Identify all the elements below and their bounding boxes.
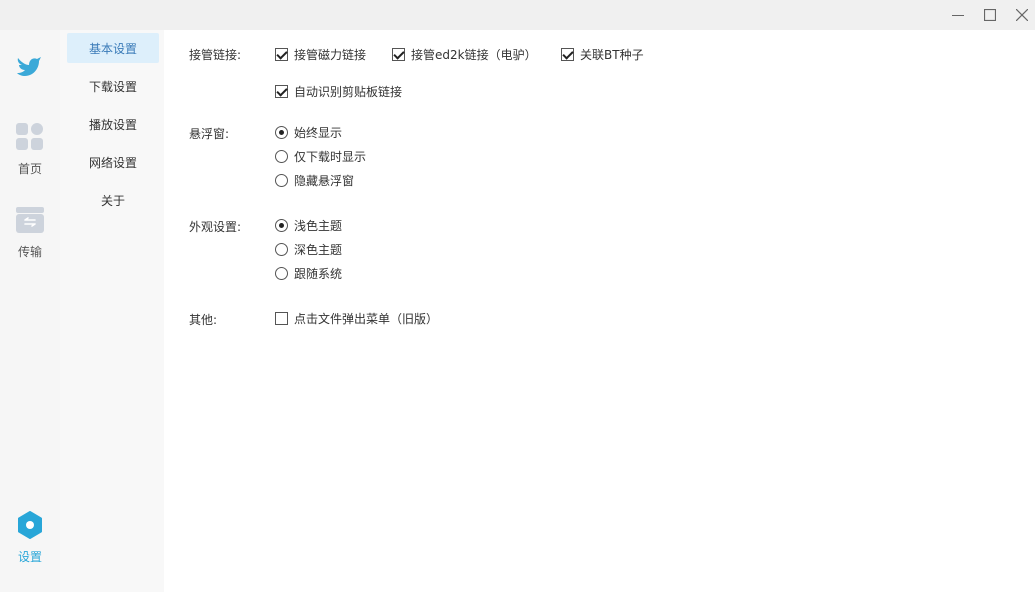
radio-button[interactable] xyxy=(275,219,288,232)
close-button[interactable] xyxy=(1004,0,1035,30)
checkbox-box[interactable] xyxy=(392,48,405,61)
grid-icon xyxy=(15,122,45,152)
settings-panel: 接管链接: 接管磁力链接 接管ed2k链接（电驴） 关联BT种子 自动识别剪贴板… xyxy=(164,30,1035,592)
maximize-icon xyxy=(984,9,996,21)
radio-button[interactable] xyxy=(275,150,288,163)
other-label: 其他: xyxy=(189,313,218,327)
close-icon xyxy=(1016,9,1028,21)
rail-item-label: 传输 xyxy=(17,245,42,259)
floating-hide-radio[interactable]: 隐藏悬浮窗 xyxy=(275,172,354,189)
radio-button[interactable] xyxy=(275,243,288,256)
theme-system-radio[interactable]: 跟随系统 xyxy=(275,265,342,282)
floating-window-label: 悬浮窗: xyxy=(189,127,230,141)
radio-label: 隐藏悬浮窗 xyxy=(294,174,355,188)
checkbox-label: 自动识别剪贴板链接 xyxy=(294,85,403,99)
radio-label: 仅下载时显示 xyxy=(294,150,367,164)
maximize-button[interactable] xyxy=(972,0,1008,30)
legacy-menu-checkbox[interactable]: 点击文件弹出菜单（旧版） xyxy=(275,310,438,327)
checkbox-label: 点击文件弹出菜单（旧版） xyxy=(294,312,439,326)
radio-label: 跟随系统 xyxy=(294,267,343,281)
theme-light-radio[interactable]: 浅色主题 xyxy=(275,217,342,234)
transfer-icon xyxy=(15,205,45,235)
radio-button[interactable] xyxy=(275,126,288,139)
settings-icon xyxy=(15,510,45,540)
checkbox-box[interactable] xyxy=(275,312,288,325)
checkbox-box[interactable] xyxy=(275,85,288,98)
submenu-item-network[interactable]: 网络设置 xyxy=(67,147,159,177)
rail-item-transfer[interactable]: 传输 xyxy=(0,205,60,271)
minimize-button[interactable] xyxy=(940,0,976,30)
submenu-item-about[interactable]: 关于 xyxy=(67,185,159,215)
link-takeover-label: 接管链接: xyxy=(189,48,242,62)
checkbox-label: 关联BT种子 xyxy=(580,48,644,62)
radio-button[interactable] xyxy=(275,174,288,187)
bt-torrent-checkbox[interactable]: 关联BT种子 xyxy=(561,46,644,63)
submenu-item-download[interactable]: 下载设置 xyxy=(67,71,159,101)
rail-item-label: 首页 xyxy=(17,162,42,176)
floating-downloading-radio[interactable]: 仅下载时显示 xyxy=(275,148,366,165)
radio-button[interactable] xyxy=(275,267,288,280)
rail-item-settings[interactable]: 设置 xyxy=(0,510,60,576)
appearance-label: 外观设置: xyxy=(189,220,242,234)
radio-label: 始终显示 xyxy=(294,126,343,140)
checkbox-box[interactable] xyxy=(561,48,574,61)
settings-submenu: 基本设置 下载设置 播放设置 网络设置 关于 xyxy=(60,30,164,592)
submenu-item-basic[interactable]: 基本设置 xyxy=(67,33,159,63)
floating-always-radio[interactable]: 始终显示 xyxy=(275,124,342,141)
title-bar xyxy=(0,0,1035,30)
minimize-icon xyxy=(952,15,964,16)
submenu-item-playback[interactable]: 播放设置 xyxy=(67,109,159,139)
checkbox-label: 接管磁力链接 xyxy=(294,48,367,62)
radio-label: 浅色主题 xyxy=(294,219,343,233)
radio-label: 深色主题 xyxy=(294,243,343,257)
nav-rail: 首页 传输 设置 xyxy=(0,30,60,592)
magnet-checkbox[interactable]: 接管磁力链接 xyxy=(275,46,366,63)
checkbox-box[interactable] xyxy=(275,48,288,61)
rail-item-home[interactable]: 首页 xyxy=(0,122,60,188)
checkbox-label: 接管ed2k链接（电驴） xyxy=(411,48,537,62)
bird-logo-icon xyxy=(14,50,44,80)
theme-dark-radio[interactable]: 深色主题 xyxy=(275,241,342,258)
rail-item-label: 设置 xyxy=(17,550,42,564)
clipboard-checkbox[interactable]: 自动识别剪贴板链接 xyxy=(275,83,402,100)
ed2k-checkbox[interactable]: 接管ed2k链接（电驴） xyxy=(392,46,537,63)
